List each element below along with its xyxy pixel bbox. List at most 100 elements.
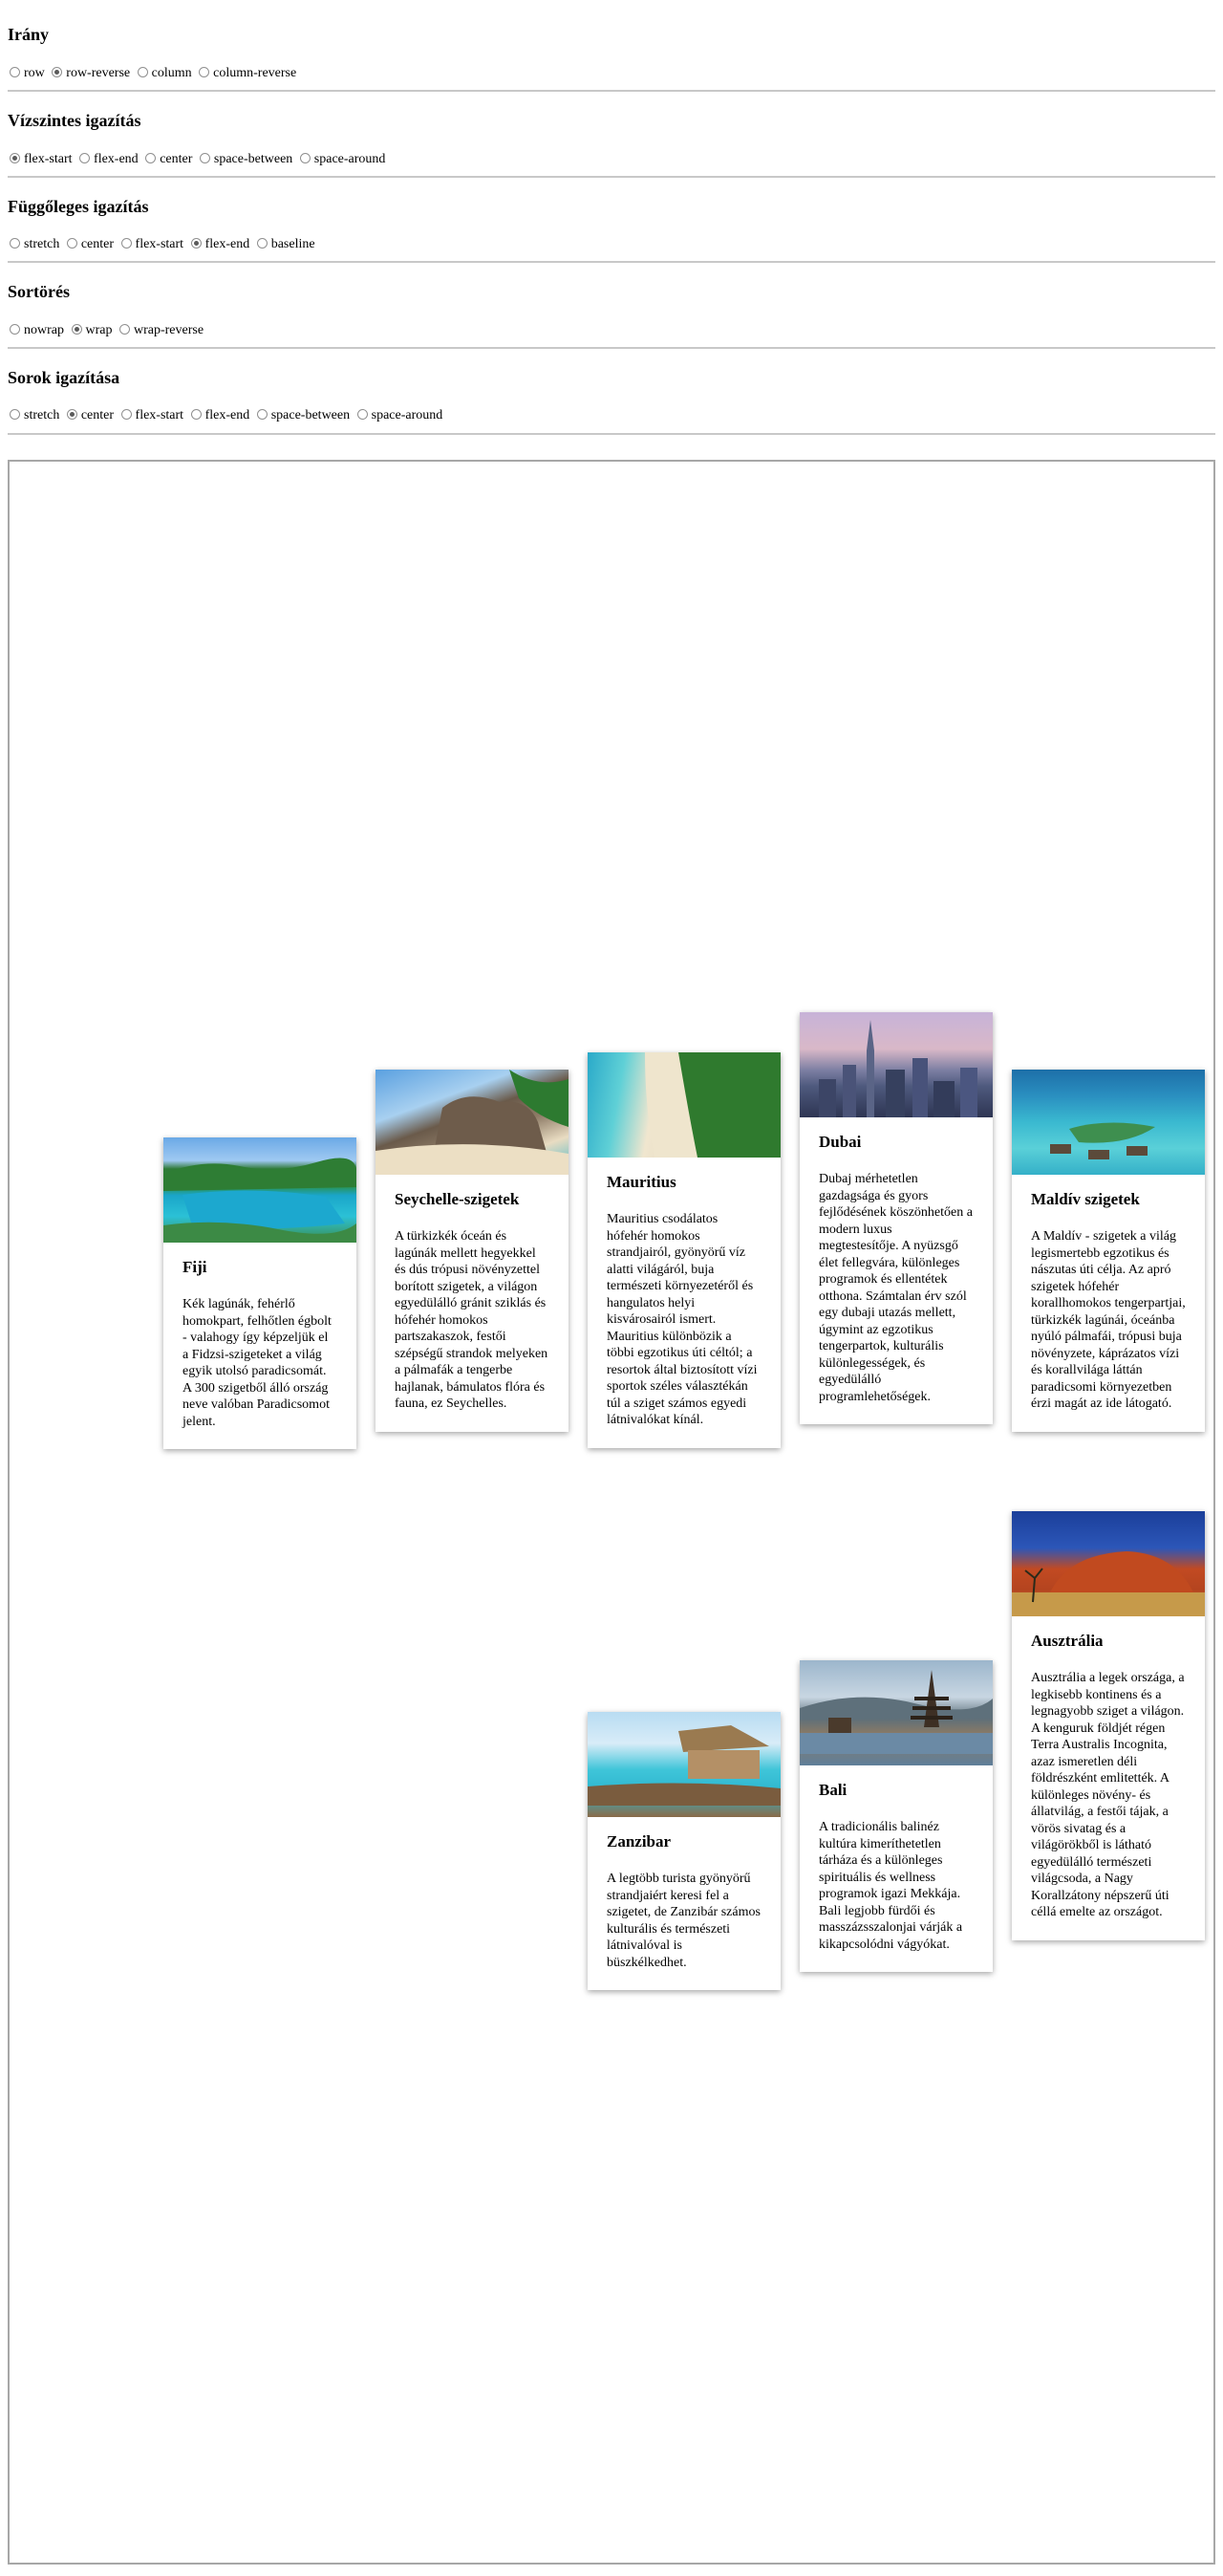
radio-button[interactable] [10,238,20,249]
card-fiji: Fiji Kék lagúnák, fehérlő homokpart, fel… [163,1137,356,1450]
radio-button[interactable] [10,67,20,77]
card-text: A Maldív - szigetek a világ legismertebb… [1031,1229,1186,1412]
radio-button[interactable] [10,324,20,335]
radio-button[interactable] [66,238,77,249]
divider [8,347,1215,349]
radio-align-flex-end[interactable]: flex-end [190,236,250,253]
radio-button[interactable] [120,238,132,249]
radio-button[interactable] [199,153,210,163]
radio-content-space-around[interactable]: space-around [356,407,442,424]
card-australia: Ausztrália Ausztrália a legek országa, a… [1012,1511,1205,1940]
radio-button[interactable] [137,67,148,77]
radio-button-checked[interactable] [66,409,77,420]
radio-button[interactable] [299,153,311,163]
radio-content-stretch[interactable]: stretch [10,407,59,424]
option-label: flex-end [204,408,250,422]
option-label: column-reverse [213,66,297,80]
fiji-island-photo-art [163,1158,356,1243]
radio-content-space-between[interactable]: space-between [256,407,350,424]
maldives-bungalows-photo [1012,1070,1205,1175]
radio-direction-row-reverse[interactable]: row-reverse [52,65,130,82]
radio-button[interactable] [10,409,20,420]
bali-temple-photo-art [800,1670,993,1754]
radio-button[interactable] [256,238,268,249]
radio-content-flex-start[interactable]: flex-start [120,407,184,424]
card-mauritius: Mauritius Mauritius csodálatos hófehér h… [588,1052,781,1448]
option-label: flex-end [204,237,250,251]
card-text: Kék lagúnák, fehérlő homokpart, felhőtle… [182,1297,332,1429]
option-label: wrap-reverse [134,323,204,337]
mauritius-coast-photo [588,1052,781,1158]
option-label: stretch [24,408,60,422]
radio-button[interactable] [120,409,132,420]
divider [8,90,1215,92]
radio-button-checked[interactable] [71,324,82,335]
maldives-bungalows-photo-art [1050,1122,1155,1159]
card-title: Mauritius [607,1173,676,1191]
radio-content-center[interactable]: center [66,407,115,424]
radio-align-center[interactable]: center [66,236,114,253]
align-content-options: stretch center flex-start flex-end space… [10,407,446,424]
option-label: center [80,408,115,422]
option-label: flex-start [135,408,184,422]
card-text: A legtöbb turista gyönyörű strandjaiért … [607,1872,761,1970]
radio-button[interactable] [190,409,202,420]
option-label: space-between [213,152,293,166]
card-title: Ausztrália [1031,1632,1104,1650]
australia-uluru-photo [1012,1511,1205,1616]
option-label: nowrap [24,323,64,337]
radio-button-checked[interactable] [10,153,20,163]
option-label: baseline [270,237,315,251]
radio-button[interactable] [119,324,130,335]
card-seychelles: Seychelle-szigetek A türkizkék óceán és … [375,1070,569,1432]
zanzibar-hut-photo-art [588,1725,781,1806]
radio-button[interactable] [256,409,268,420]
radio-justify-space-between[interactable]: space-between [199,151,293,168]
option-label: row-reverse [66,66,131,80]
card-title: Seychelle-szigetek [395,1190,520,1208]
radio-wrap-nowrap[interactable]: nowrap [10,322,64,339]
card-text: Ausztrália a legek országa, a legkisebb … [1031,1671,1185,1920]
radio-align-baseline[interactable]: baseline [256,236,315,253]
section-title-direction: Irány [8,25,50,44]
section-title-justify: Vízszintes igazítás [8,111,141,130]
radio-direction-column[interactable]: column [137,65,192,82]
card-text: A türkizkék óceán és lagúnák mellett heg… [395,1229,548,1412]
radio-button[interactable] [199,67,210,77]
zanzibar-hut-photo [588,1712,781,1817]
radio-button[interactable] [356,409,368,420]
radio-button[interactable] [79,153,91,163]
radio-direction-column-reverse[interactable]: column-reverse [199,65,296,82]
card-dubai: Dubai Dubaj mérhetetlen gazdagsága és gy… [800,1012,993,1425]
radio-direction-row[interactable]: row [10,65,45,82]
radio-justify-space-around[interactable]: space-around [299,151,386,168]
section-title-align-content: Sorok igazítása [8,368,120,387]
radio-content-flex-end[interactable]: flex-end [190,407,250,424]
seychelles-beach-photo-art [375,1070,569,1175]
radio-justify-flex-start[interactable]: flex-start [10,151,73,168]
radio-wrap-wrap-reverse[interactable]: wrap-reverse [119,322,204,339]
card-maldives: Maldív szigetek A Maldív - szigetek a vi… [1012,1070,1205,1432]
radio-button-checked[interactable] [52,67,63,77]
option-label: column [151,66,192,80]
radio-justify-flex-end[interactable]: flex-end [79,151,139,168]
radio-align-stretch[interactable]: stretch [10,236,59,253]
option-label: space-around [313,152,386,166]
radio-button-checked[interactable] [190,238,202,249]
dubai-skyline-photo-art [819,1020,977,1117]
radio-justify-center[interactable]: center [145,151,192,168]
fiji-island-photo [163,1137,356,1243]
card-title: Fiji [182,1258,207,1276]
option-label: wrap [85,323,113,337]
direction-options: row row-reverse column column-reverse [10,65,300,82]
radio-align-flex-start[interactable]: flex-start [120,236,183,253]
seychelles-beach-photo [375,1070,569,1175]
radio-button[interactable] [145,153,157,163]
card-bali: Bali A tradicionális balinéz kultúra kime… [800,1660,993,1973]
card-title: Dubai [819,1133,862,1151]
bali-temple-photo [800,1660,993,1765]
dubai-skyline-photo [800,1012,993,1117]
radio-wrap-wrap[interactable]: wrap [71,322,113,339]
divider [8,176,1215,178]
mauritius-coast-photo-art [645,1052,781,1158]
